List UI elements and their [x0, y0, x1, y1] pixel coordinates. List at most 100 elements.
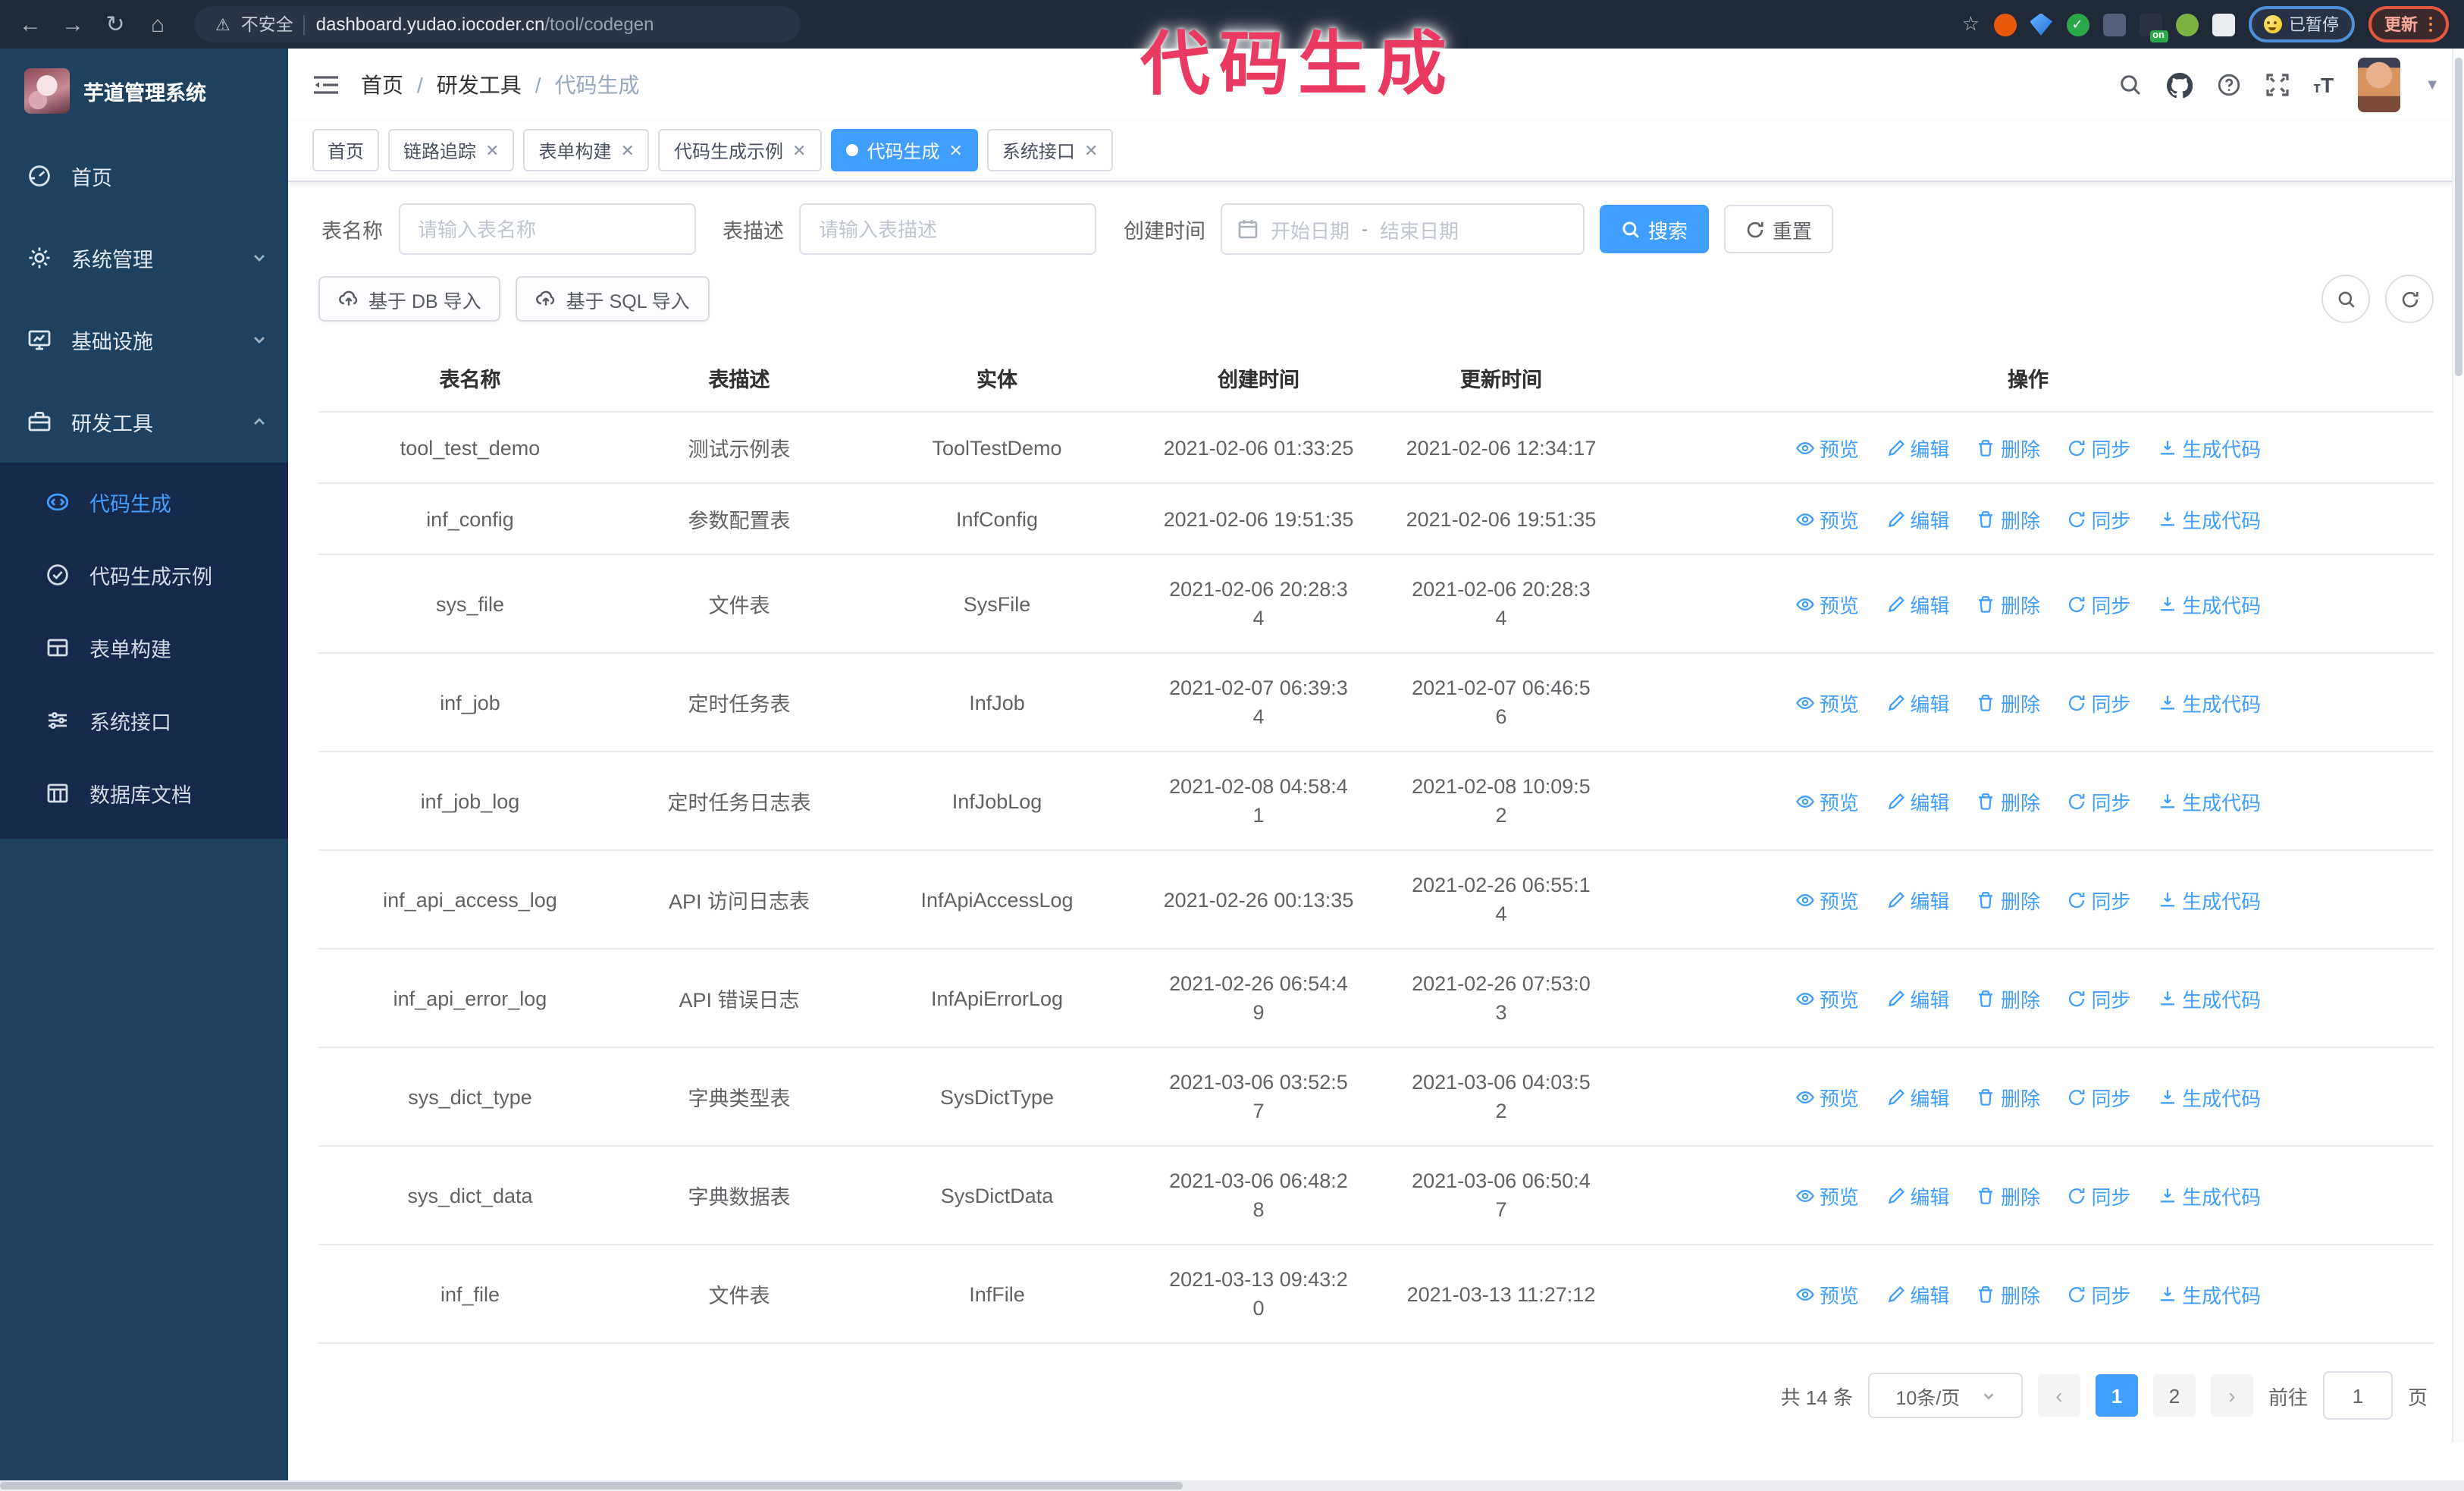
scrollbar-thumb[interactable]	[2455, 58, 2462, 376]
prev-page-button[interactable]: ‹	[2037, 1374, 2080, 1417]
edit-link[interactable]: 编辑	[1886, 984, 1949, 1012]
preview-link[interactable]: 预览	[1795, 1082, 1859, 1111]
import-db-button[interactable]: 基于 DB 导入	[318, 276, 501, 322]
preview-link[interactable]: 预览	[1795, 589, 1859, 618]
generate-code-link[interactable]: 生成代码	[2158, 433, 2261, 462]
fullscreen-icon[interactable]	[2265, 73, 2289, 97]
search-icon[interactable]	[2118, 73, 2142, 97]
breadcrumb-home[interactable]: 首页	[361, 70, 403, 100]
delete-link[interactable]: 删除	[1977, 1082, 2040, 1111]
generate-code-link[interactable]: 生成代码	[2158, 589, 2261, 618]
sync-link[interactable]: 同步	[2067, 984, 2131, 1012]
sidebar-item-system[interactable]: 系统管理	[0, 217, 288, 299]
help-icon[interactable]	[2216, 73, 2240, 97]
delete-link[interactable]: 删除	[1977, 885, 2040, 914]
delete-link[interactable]: 删除	[1977, 688, 2040, 717]
preview-link[interactable]: 预览	[1795, 688, 1859, 717]
tab-home[interactable]: 首页	[312, 129, 380, 171]
sidebar-item-system-api[interactable]: 系统接口	[0, 684, 288, 757]
preview-link[interactable]: 预览	[1795, 1181, 1859, 1210]
collapse-menu-icon[interactable]	[312, 73, 340, 97]
chevron-down-icon[interactable]: ▼	[2425, 77, 2440, 93]
table-desc-input[interactable]	[799, 203, 1096, 255]
sync-link[interactable]: 同步	[2067, 504, 2131, 533]
generate-code-link[interactable]: 生成代码	[2158, 1279, 2261, 1308]
delete-link[interactable]: 删除	[1977, 984, 2040, 1012]
tab-tracing[interactable]: 链路追踪 ✕	[388, 129, 515, 171]
sync-link[interactable]: 同步	[2067, 786, 2131, 815]
extension-gem-icon[interactable]	[2030, 13, 2052, 36]
refresh-table-button[interactable]	[2385, 275, 2434, 323]
sidebar-item-infra[interactable]: 基础设施	[0, 299, 288, 381]
font-size-icon[interactable]: тT	[2313, 73, 2334, 97]
sidebar-item-form-builder[interactable]: 表单构建	[0, 611, 288, 684]
preview-link[interactable]: 预览	[1795, 984, 1859, 1012]
toggle-search-button[interactable]	[2321, 275, 2370, 323]
sidebar-item-codegen[interactable]: 代码生成	[0, 466, 288, 538]
delete-link[interactable]: 删除	[1977, 504, 2040, 533]
github-icon[interactable]	[2166, 72, 2193, 98]
extension-icon[interactable]	[2175, 13, 2198, 36]
preview-link[interactable]: 预览	[1795, 433, 1859, 462]
edit-link[interactable]: 编辑	[1886, 1082, 1949, 1111]
delete-link[interactable]: 删除	[1977, 589, 2040, 618]
generate-code-link[interactable]: 生成代码	[2158, 1082, 2261, 1111]
extension-icon[interactable]	[1993, 13, 2016, 36]
forward-icon[interactable]: →	[58, 9, 88, 39]
delete-link[interactable]: 删除	[1977, 433, 2040, 462]
edit-link[interactable]: 编辑	[1886, 1279, 1949, 1308]
goto-page-input[interactable]	[2322, 1371, 2393, 1420]
sync-link[interactable]: 同步	[2067, 1279, 2131, 1308]
tab-form-builder[interactable]: 表单构建 ✕	[523, 129, 650, 171]
tab-system-api[interactable]: 系统接口 ✕	[986, 129, 1114, 171]
extension-puzzle-icon[interactable]	[2212, 13, 2234, 36]
extension-grid-icon[interactable]	[2102, 13, 2125, 36]
edit-link[interactable]: 编辑	[1886, 1181, 1949, 1210]
close-icon[interactable]: ✕	[1084, 140, 1098, 160]
generate-code-link[interactable]: 生成代码	[2158, 688, 2261, 717]
edit-link[interactable]: 编辑	[1886, 688, 1949, 717]
menu-dots-icon[interactable]	[2428, 16, 2432, 33]
sidebar-item-devtools[interactable]: 研发工具	[0, 381, 288, 463]
bookmark-star-icon[interactable]: ☆	[1962, 12, 1980, 36]
close-icon[interactable]: ✕	[792, 140, 806, 160]
tab-codegen-example[interactable]: 代码生成示例 ✕	[658, 129, 822, 171]
sidebar-item-db-doc[interactable]: 数据库文档	[0, 757, 288, 830]
extension-icon[interactable]: on	[2139, 13, 2168, 42]
generate-code-link[interactable]: 生成代码	[2158, 786, 2261, 815]
sync-link[interactable]: 同步	[2067, 688, 2131, 717]
scrollbar-thumb[interactable]	[0, 1482, 1183, 1489]
preview-link[interactable]: 预览	[1795, 1279, 1859, 1308]
tab-codegen[interactable]: 代码生成 ✕	[830, 129, 978, 171]
date-range-picker[interactable]: 开始日期 - 结束日期	[1221, 203, 1585, 255]
delete-link[interactable]: 删除	[1977, 1279, 2040, 1308]
page-button-1[interactable]: 1	[2095, 1374, 2138, 1417]
next-page-button[interactable]: ›	[2210, 1374, 2253, 1417]
user-avatar[interactable]	[2358, 58, 2401, 112]
close-icon[interactable]: ✕	[948, 140, 962, 160]
delete-link[interactable]: 删除	[1977, 786, 2040, 815]
address-bar[interactable]: ⚠ 不安全 dashboard.yudao.iocoder.cn/tool/co…	[194, 6, 801, 42]
extension-check-icon[interactable]: ✓	[2066, 13, 2089, 36]
reload-icon[interactable]: ↻	[100, 9, 130, 39]
home-icon[interactable]: ⌂	[143, 9, 173, 39]
edit-link[interactable]: 编辑	[1886, 504, 1949, 533]
edit-link[interactable]: 编辑	[1886, 885, 1949, 914]
sync-link[interactable]: 同步	[2067, 885, 2131, 914]
sync-link[interactable]: 同步	[2067, 1082, 2131, 1111]
sidebar-item-codegen-example[interactable]: 代码生成示例	[0, 538, 288, 611]
horizontal-scrollbar[interactable]	[0, 1480, 2464, 1491]
sync-link[interactable]: 同步	[2067, 1181, 2131, 1210]
preview-link[interactable]: 预览	[1795, 504, 1859, 533]
vertical-scrollbar[interactable]	[2452, 49, 2464, 1442]
sync-link[interactable]: 同步	[2067, 433, 2131, 462]
generate-code-link[interactable]: 生成代码	[2158, 885, 2261, 914]
sidebar-item-home[interactable]: 首页	[0, 135, 288, 217]
reset-button[interactable]: 重置	[1724, 205, 1834, 253]
back-icon[interactable]: ←	[15, 9, 45, 39]
generate-code-link[interactable]: 生成代码	[2158, 984, 2261, 1012]
table-name-input[interactable]	[398, 203, 695, 255]
page-button-2[interactable]: 2	[2152, 1374, 2196, 1417]
breadcrumb-devtools[interactable]: 研发工具	[437, 70, 522, 100]
page-size-select[interactable]: 10条/页	[1867, 1373, 2023, 1418]
